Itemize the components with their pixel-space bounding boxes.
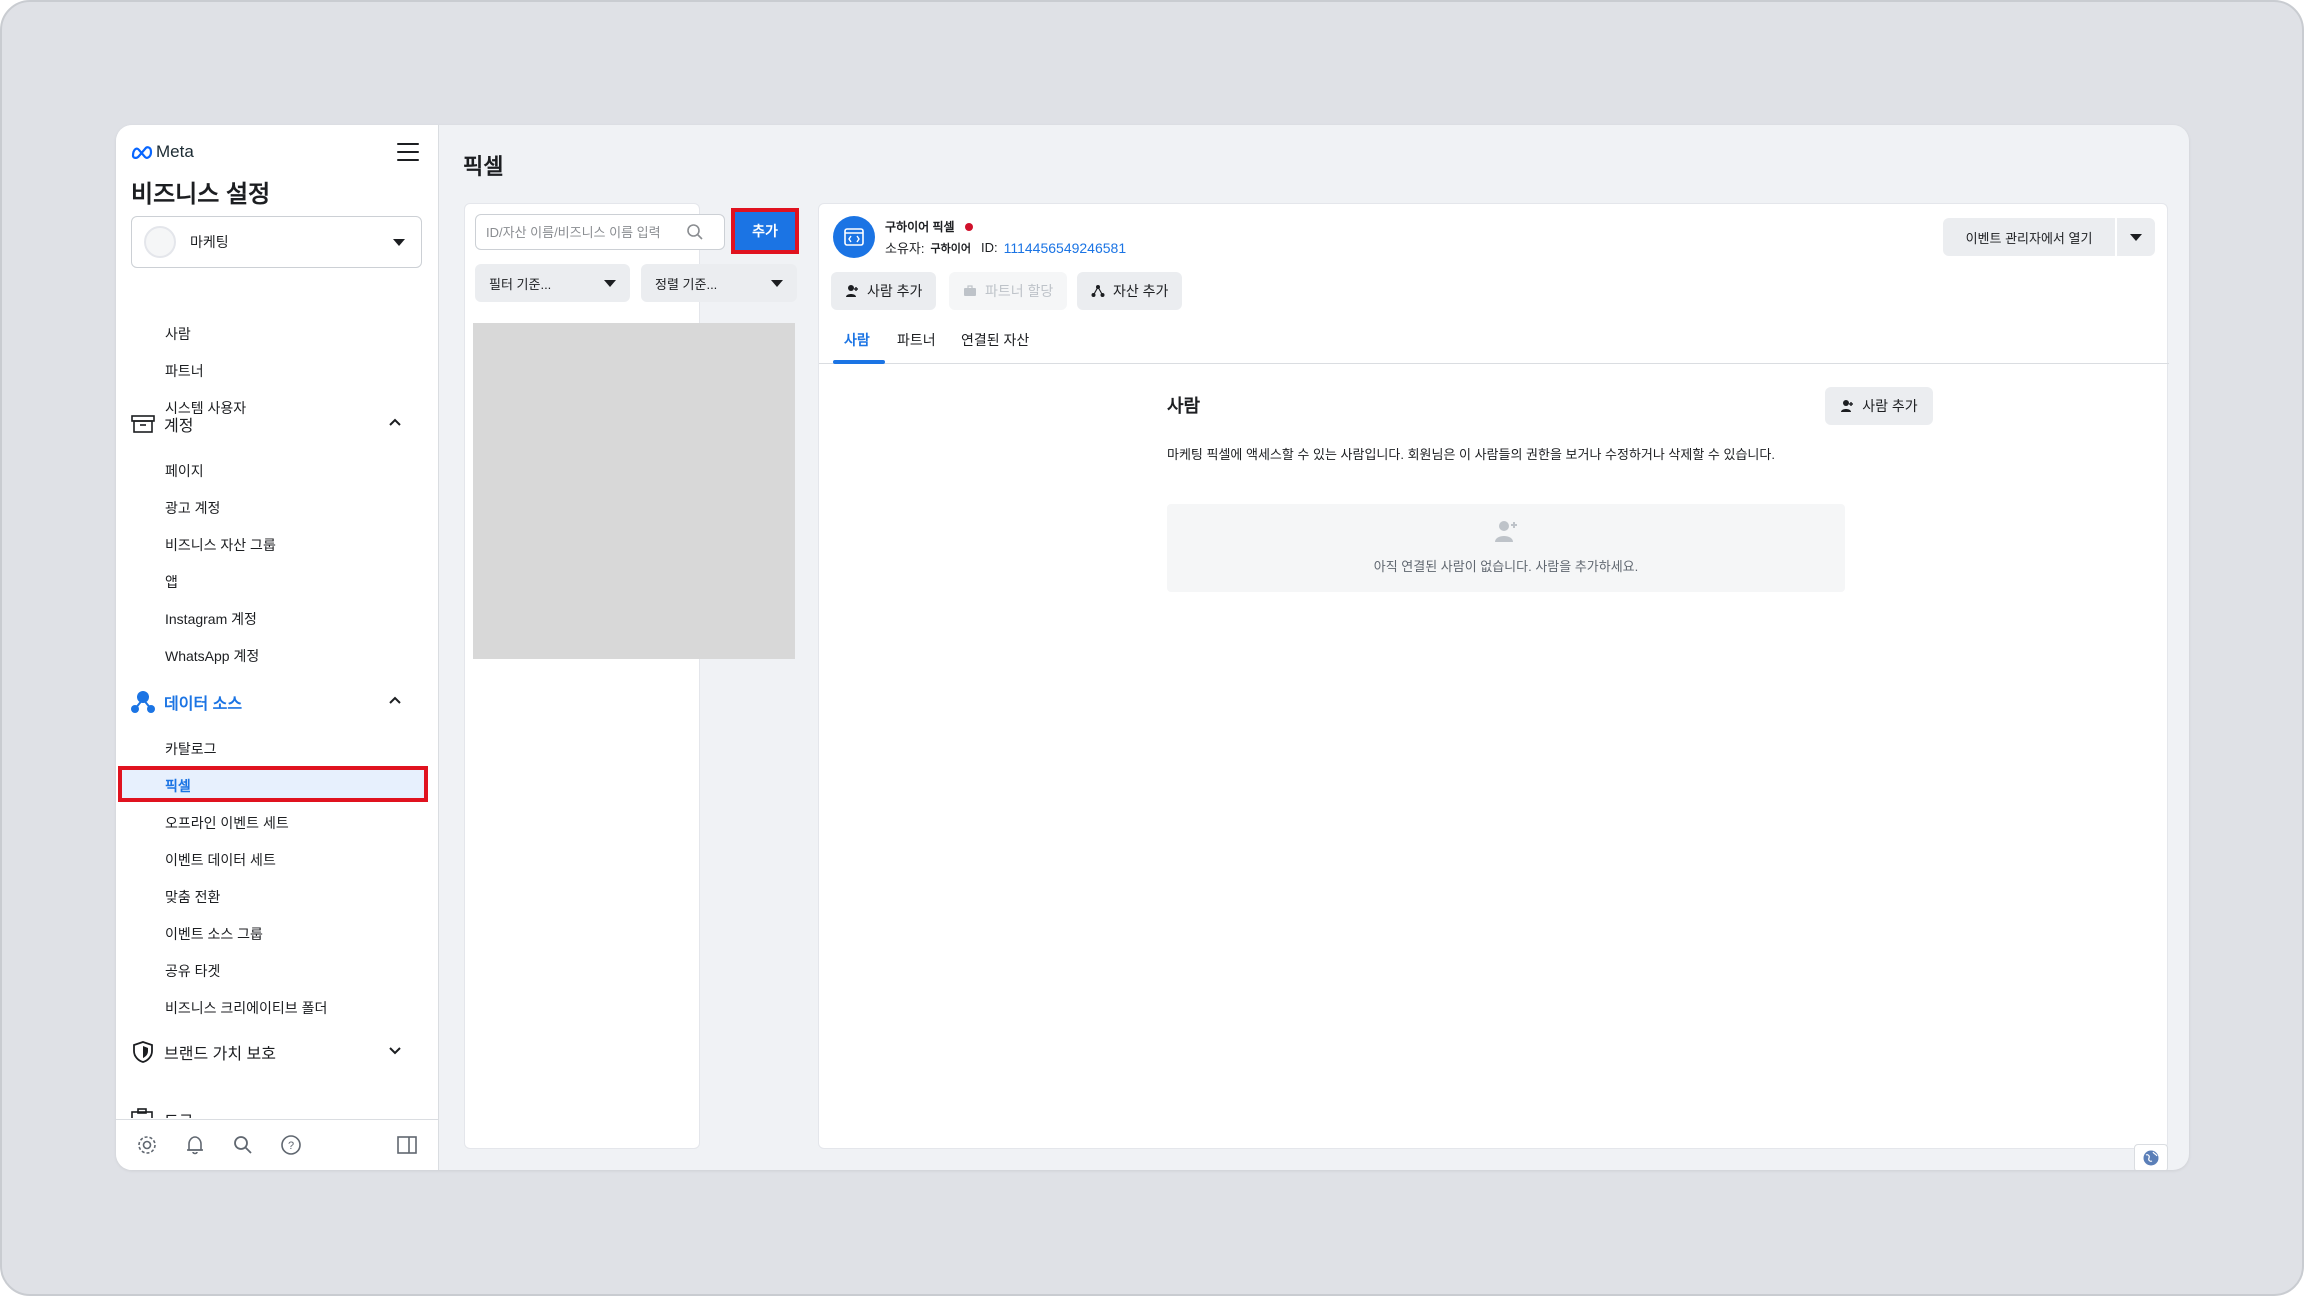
tab-connected-assets[interactable]: 연결된 자산 bbox=[961, 330, 1029, 350]
sidebar-item-whatsapp[interactable]: WhatsApp 계정 bbox=[165, 646, 259, 666]
gear-icon[interactable] bbox=[134, 1132, 160, 1158]
people-empty-text: 아직 연결된 사람이 없습니다. 사람을 추가하세요. bbox=[1373, 559, 1639, 574]
sidebar-section-tools[interactable]: 도구 bbox=[130, 1098, 420, 1118]
active-tab-indicator bbox=[833, 360, 885, 364]
filter-dropdown[interactable]: 필터 기준... bbox=[475, 264, 630, 302]
sidebar-item-catalogs[interactable]: 카탈로그 bbox=[165, 739, 217, 759]
pixel-id[interactable]: 1114456549246581 bbox=[1004, 240, 1127, 256]
sidebar-item-custom-conversions[interactable]: 맞춤 전환 bbox=[165, 887, 220, 907]
sidebar-item-apps[interactable]: 앱 bbox=[165, 572, 178, 592]
menu-icon[interactable] bbox=[397, 143, 419, 161]
people-add-button[interactable]: 사람 추가 bbox=[1825, 387, 1933, 425]
sidebar-item-pixels[interactable]: 픽셀 bbox=[118, 766, 428, 802]
chevron-down-icon bbox=[389, 1047, 401, 1055]
filter-dropdown-label: 필터 기준... bbox=[489, 276, 552, 292]
pixel-meta: 소유자: 구하이어 ID: 1114456549246581 bbox=[885, 238, 1126, 257]
add-person-icon bbox=[1491, 516, 1521, 546]
meta-logo-text: Meta bbox=[156, 142, 194, 161]
people-description: 마케팅 픽셀에 액세스할 수 있는 사람입니다. 회원님은 이 사람들의 권한을… bbox=[1167, 447, 1775, 462]
sidebar-section-tools-label: 도구 bbox=[164, 1108, 193, 1118]
pixel-detail-panel: 구하이어 픽셀 소유자: 구하이어 ID: 1114456549246581 이… bbox=[818, 203, 2169, 1149]
tab-people[interactable]: 사람 bbox=[844, 330, 870, 350]
sidebar-section-data-sources[interactable]: 데이터 소스 bbox=[130, 687, 420, 717]
add-people-label: 사람 추가 bbox=[867, 283, 923, 299]
svg-text:?: ? bbox=[288, 1140, 294, 1152]
search-input[interactable] bbox=[486, 224, 686, 240]
assign-partner-label: 파트너 할당 bbox=[985, 283, 1054, 299]
bell-icon[interactable] bbox=[182, 1132, 208, 1158]
status-dot bbox=[964, 222, 973, 231]
business-avatar bbox=[144, 226, 176, 258]
pixel-list-placeholder bbox=[473, 323, 795, 659]
briefcase-icon bbox=[964, 285, 976, 296]
add-assets-button[interactable]: 자산 추가 bbox=[1077, 272, 1183, 310]
sidebar-section-accounts-label: 계정 bbox=[164, 418, 194, 435]
sidebar-item-creative-folders[interactable]: 비즈니스 크리에이티브 폴더 bbox=[165, 998, 327, 1018]
caret-down-icon bbox=[393, 239, 405, 246]
help-icon[interactable]: ? bbox=[278, 1132, 304, 1158]
sidebar-item-pixels-label: 픽셀 bbox=[165, 778, 191, 794]
caret-down-icon bbox=[771, 280, 783, 287]
sidebar-footer: ? bbox=[116, 1119, 438, 1170]
detail-tabs: 사람 파트너 연결된 자산 bbox=[819, 322, 2169, 364]
open-in-events-manager-button[interactable]: 이벤트 관리자에서 열기 bbox=[1943, 218, 2115, 256]
add-person-icon bbox=[1841, 400, 1854, 412]
sidebar-item-pages[interactable]: 페이지 bbox=[165, 461, 204, 481]
sidebar-title: 비즈니스 설정 bbox=[131, 181, 271, 208]
globe-icon bbox=[2143, 1150, 2159, 1166]
chevron-up-icon bbox=[389, 418, 401, 426]
owner-name: 구하이어 bbox=[930, 242, 971, 255]
add-people-button[interactable]: 사람 추가 bbox=[831, 272, 937, 310]
pixel-code-icon bbox=[833, 216, 875, 258]
sidebar-item-ad-accounts[interactable]: 광고 계정 bbox=[165, 498, 220, 518]
id-label: ID: bbox=[980, 240, 998, 255]
sidebar-item-people[interactable]: 사람 bbox=[165, 324, 191, 344]
sidebar-item-partners[interactable]: 파트너 bbox=[165, 361, 204, 381]
language-globe-button[interactable] bbox=[2134, 1144, 2168, 1170]
shield-icon bbox=[130, 1041, 156, 1063]
people-add-label: 사람 추가 bbox=[1862, 398, 1918, 414]
assign-partner-button[interactable]: 파트너 할당 bbox=[949, 272, 1068, 310]
search-icon bbox=[687, 224, 703, 240]
owner-label: 소유자: bbox=[885, 241, 925, 256]
sidebar-item-event-source-groups[interactable]: 이벤트 소스 그룹 bbox=[165, 924, 263, 944]
sidebar-section-data-sources-label: 데이터 소스 bbox=[164, 696, 243, 713]
people-empty-state: 아직 연결된 사람이 없습니다. 사람을 추가하세요. bbox=[1167, 504, 1845, 592]
sidebar-item-instagram[interactable]: Instagram 계정 bbox=[165, 609, 257, 629]
search-icon[interactable] bbox=[230, 1132, 256, 1158]
sidebar-section-brand-safety-label: 브랜드 가치 보호 bbox=[164, 1046, 276, 1063]
panel-toggle-icon[interactable] bbox=[394, 1132, 420, 1158]
add-assets-label: 자산 추가 bbox=[1113, 283, 1169, 299]
toolbox-icon bbox=[131, 1108, 153, 1118]
people-section-title: 사람 bbox=[1167, 396, 1201, 416]
meta-logo-icon bbox=[131, 146, 153, 159]
meta-logo[interactable]: Meta bbox=[131, 142, 194, 162]
archive-icon bbox=[130, 413, 156, 435]
page-title: 픽셀 bbox=[463, 154, 504, 179]
sidebar-section-accounts[interactable]: 계정 bbox=[130, 409, 420, 439]
add-person-icon bbox=[846, 285, 858, 297]
sort-dropdown-label: 정렬 기준... bbox=[655, 276, 718, 292]
data-sources-icon bbox=[130, 691, 156, 713]
app-window: Meta 비즈니스 설정 마케팅 사람 파트너 시스템 사용자 계정 페이지 광… bbox=[116, 125, 2189, 1170]
sidebar-section-brand-safety[interactable]: 브랜드 가치 보호 bbox=[130, 1037, 420, 1067]
business-selector[interactable]: 마케팅 bbox=[131, 216, 422, 268]
sidebar-item-asset-groups[interactable]: 비즈니스 자산 그룹 bbox=[165, 535, 276, 555]
sidebar: Meta 비즈니스 설정 마케팅 사람 파트너 시스템 사용자 계정 페이지 광… bbox=[116, 125, 439, 1170]
sort-dropdown[interactable]: 정렬 기준... bbox=[641, 264, 797, 302]
sidebar-item-event-datasets[interactable]: 이벤트 데이터 세트 bbox=[165, 850, 276, 870]
sidebar-item-shared-audiences[interactable]: 공유 타겟 bbox=[165, 961, 220, 981]
caret-down-icon bbox=[604, 280, 616, 287]
pixel-name-text: 구하이어 픽셀 bbox=[885, 220, 955, 234]
open-options-dropdown[interactable] bbox=[2117, 218, 2155, 256]
sidebar-item-offline-event-sets[interactable]: 오프라인 이벤트 세트 bbox=[165, 813, 289, 833]
chevron-up-icon bbox=[389, 696, 401, 704]
add-pixel-button[interactable]: 추가 bbox=[731, 208, 799, 254]
pixel-name: 구하이어 픽셀 bbox=[885, 218, 973, 235]
caret-down-icon bbox=[2130, 233, 2142, 241]
tab-partners[interactable]: 파트너 bbox=[897, 330, 936, 350]
business-selector-label: 마케팅 bbox=[190, 234, 229, 250]
search-box bbox=[475, 214, 725, 250]
assets-icon bbox=[1091, 285, 1105, 297]
